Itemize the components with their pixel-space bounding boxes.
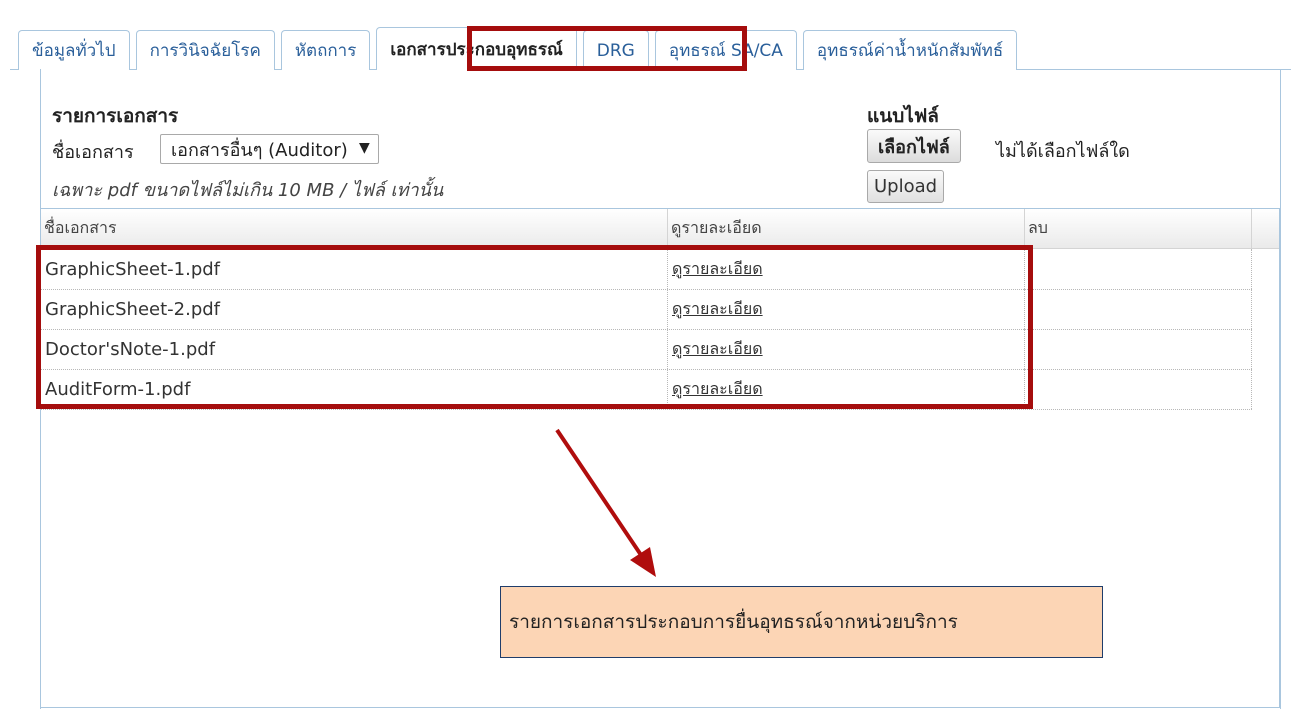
rows-highlight-box xyxy=(36,245,1033,409)
document-type-value: เอกสารอื่นๆ (Auditor) xyxy=(171,139,348,161)
header-delete[interactable]: ลบ xyxy=(1025,209,1252,248)
header-document-name[interactable]: ชื่อเอกสาร xyxy=(41,209,668,248)
grid-header: ชื่อเอกสาร ดูรายละเอียด ลบ xyxy=(41,209,1279,249)
delete-cell[interactable] xyxy=(1025,289,1252,329)
delete-cell[interactable] xyxy=(1025,369,1252,409)
tab-appeal-relative-weight[interactable]: อุทธรณ์ค่าน้ำหนักสัมพัทธ์ xyxy=(802,30,1018,70)
tab-highlight-box xyxy=(467,26,747,71)
choose-file-button[interactable]: เลือกไฟล์ xyxy=(867,129,961,163)
delete-cell[interactable] xyxy=(1025,329,1252,369)
document-list-title: รายการเอกสาร xyxy=(52,105,179,127)
dropdown-arrow-icon: ▼ xyxy=(359,140,370,156)
document-type-select[interactable]: เอกสารอื่นๆ (Auditor) ▼ xyxy=(160,134,379,164)
tab-diagnosis[interactable]: การวินิจฉัยโรค xyxy=(135,30,275,70)
header-view-detail[interactable]: ดูรายละเอียด xyxy=(668,209,1025,248)
annotation-callout: รายการเอกสารประกอบการยื่นอุทธรณ์จากหน่วย… xyxy=(500,586,1103,658)
no-file-chosen-text: ไม่ได้เลือกไฟล์ใด xyxy=(996,141,1130,162)
document-name-label: ชื่อเอกสาร xyxy=(52,142,134,163)
tab-procedures[interactable]: หัตถการ xyxy=(280,30,371,70)
attach-file-title: แนบไฟล์ xyxy=(867,105,939,127)
tab-general-info[interactable]: ข้อมูลทั่วไป xyxy=(18,30,130,70)
file-restriction-note: เฉพาะ pdf ขนาดไฟล์ไม่เกิน 10 MB / ไฟล์ เ… xyxy=(52,180,444,201)
delete-cell[interactable] xyxy=(1025,249,1252,289)
upload-button[interactable]: Upload xyxy=(867,170,945,203)
